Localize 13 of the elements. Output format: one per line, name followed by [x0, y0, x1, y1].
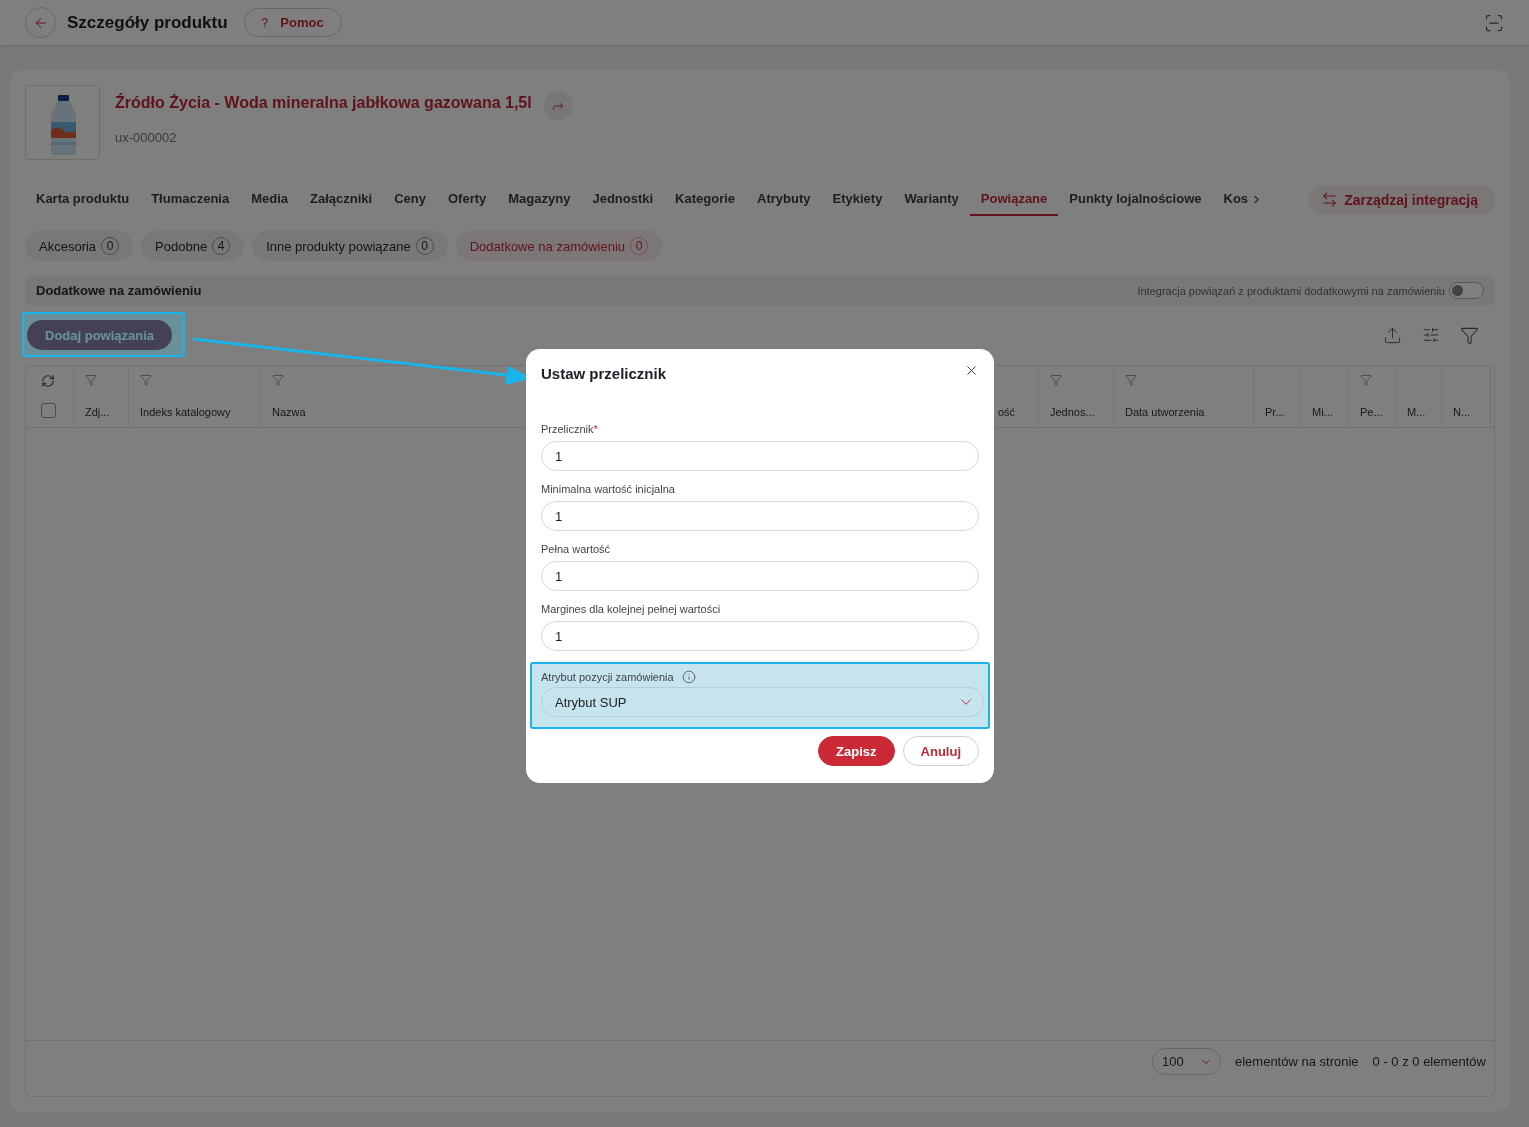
field-label: Przelicznik*: [541, 423, 598, 435]
page-size-label: elementów na stronie: [1234, 1054, 1359, 1069]
section-title: Dodatkowe na zamówieniu: [36, 283, 202, 298]
range-text: 0 - 0 z 0 elementów: [1372, 1054, 1486, 1069]
field-label: Pełna wartość: [541, 543, 611, 555]
field-label: Minimalna wartość inicjalna: [541, 483, 675, 495]
dialog-title: Ustaw przelicznik: [541, 365, 667, 382]
field-label: Atrybut pozycji zamówienia: [541, 671, 674, 683]
page-title: Szczegóły produktu: [67, 12, 228, 33]
product-name: Źródło Życia - Woda mineralna jabłkowa gazowana 1,5l: [115, 93, 532, 112]
toggle-label: Integracja powiązań z produktami dodatkowymi na zamówieniu: [1137, 284, 1445, 297]
field-label: Margines dla kolejnej pełnej wartości: [541, 603, 721, 615]
product-sku: ux-000002: [115, 130, 178, 145]
